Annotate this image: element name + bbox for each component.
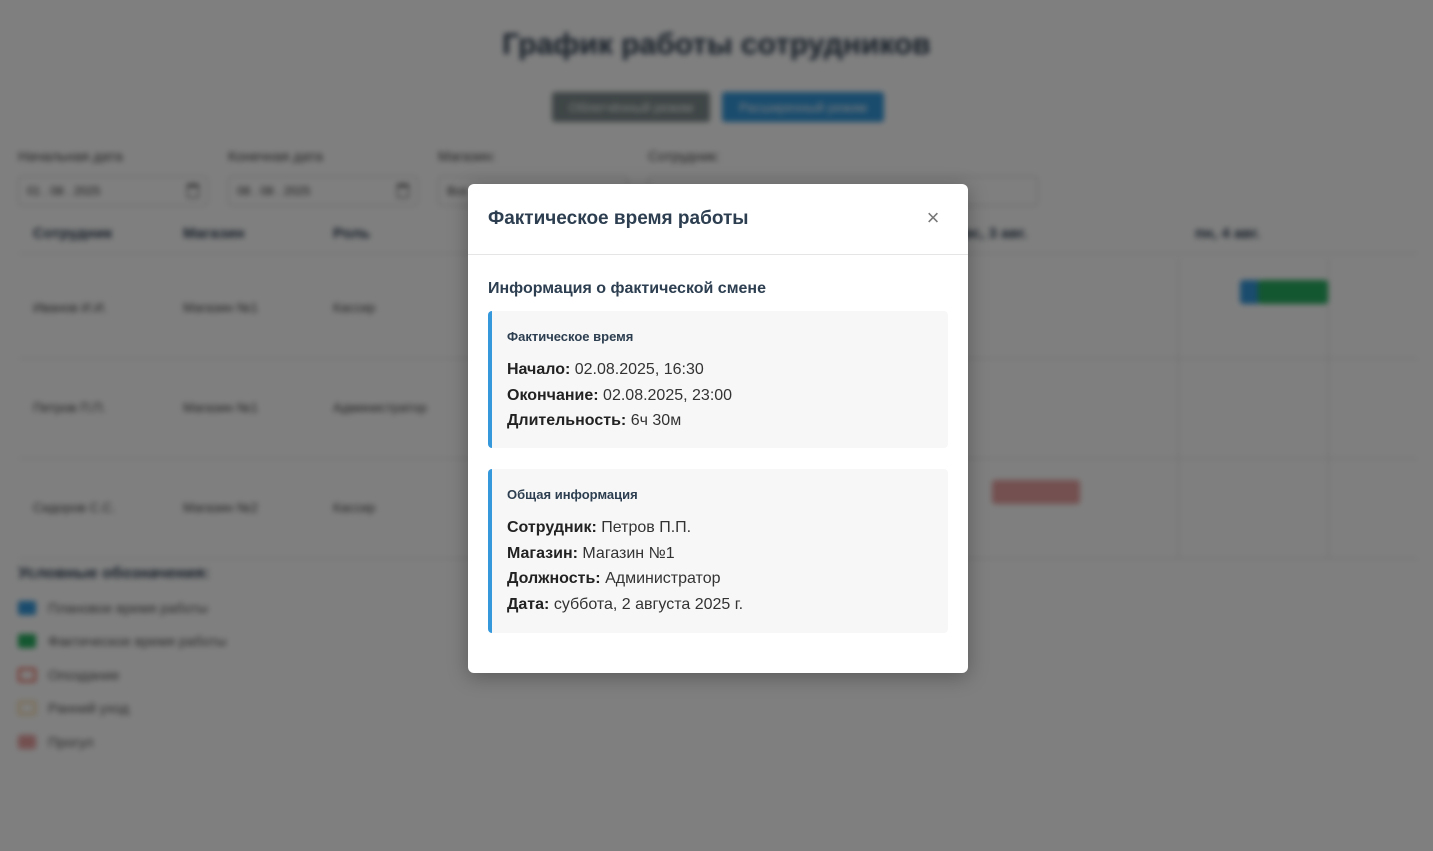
card-title: Фактическое время: [507, 329, 634, 344]
modal-title: Фактическое время работы: [488, 208, 749, 229]
date-value: суббота, 2 августа 2025 г.: [553, 596, 744, 614]
position-line: Должность: Администратор: [507, 568, 948, 594]
date-line: Дата: суббота, 2 августа 2025 г.: [507, 594, 948, 620]
employee-label: Сотрудник:: [507, 519, 597, 536]
end-time-line: Окончание: 02.08.2025, 23:00: [507, 385, 948, 411]
end-label: Окончание:: [507, 386, 599, 404]
modal-header: Фактическое время работы ×: [468, 184, 968, 255]
duration-value: 6ч 30м: [630, 412, 682, 430]
actual-time-card: Фактическое время Начало: 02.08.2025, 16…: [488, 311, 948, 448]
position-label: Должность:: [507, 570, 601, 588]
start-time-line: Начало: 02.08.2025, 16:30: [507, 359, 948, 385]
general-info-card: Общая информация Сотрудник: Петров П.П. …: [488, 469, 948, 633]
store-label: Магазин:: [507, 544, 578, 562]
date-label: Дата:: [507, 596, 550, 614]
section-heading: Информация о фактической смене: [488, 280, 766, 297]
employee-line: Сотрудник: Петров П.П.: [507, 517, 948, 543]
duration-line: Длительность: 6ч 30м: [507, 410, 948, 436]
close-icon[interactable]: ×: [920, 206, 946, 232]
store-value: Магазин №1: [582, 544, 675, 562]
start-value: 02.08.2025, 16:30: [574, 361, 704, 378]
duration-label: Длительность:: [507, 412, 627, 430]
employee-value: Петров П.П.: [601, 519, 692, 536]
start-label: Начало:: [507, 361, 571, 378]
actual-time-modal: Фактическое время работы × Информация о …: [468, 184, 968, 673]
position-value: Администратор: [605, 570, 721, 588]
store-line: Магазин: Магазин №1: [507, 543, 948, 569]
end-value: 02.08.2025, 23:00: [603, 386, 733, 404]
card-title: Общая информация: [507, 487, 638, 502]
